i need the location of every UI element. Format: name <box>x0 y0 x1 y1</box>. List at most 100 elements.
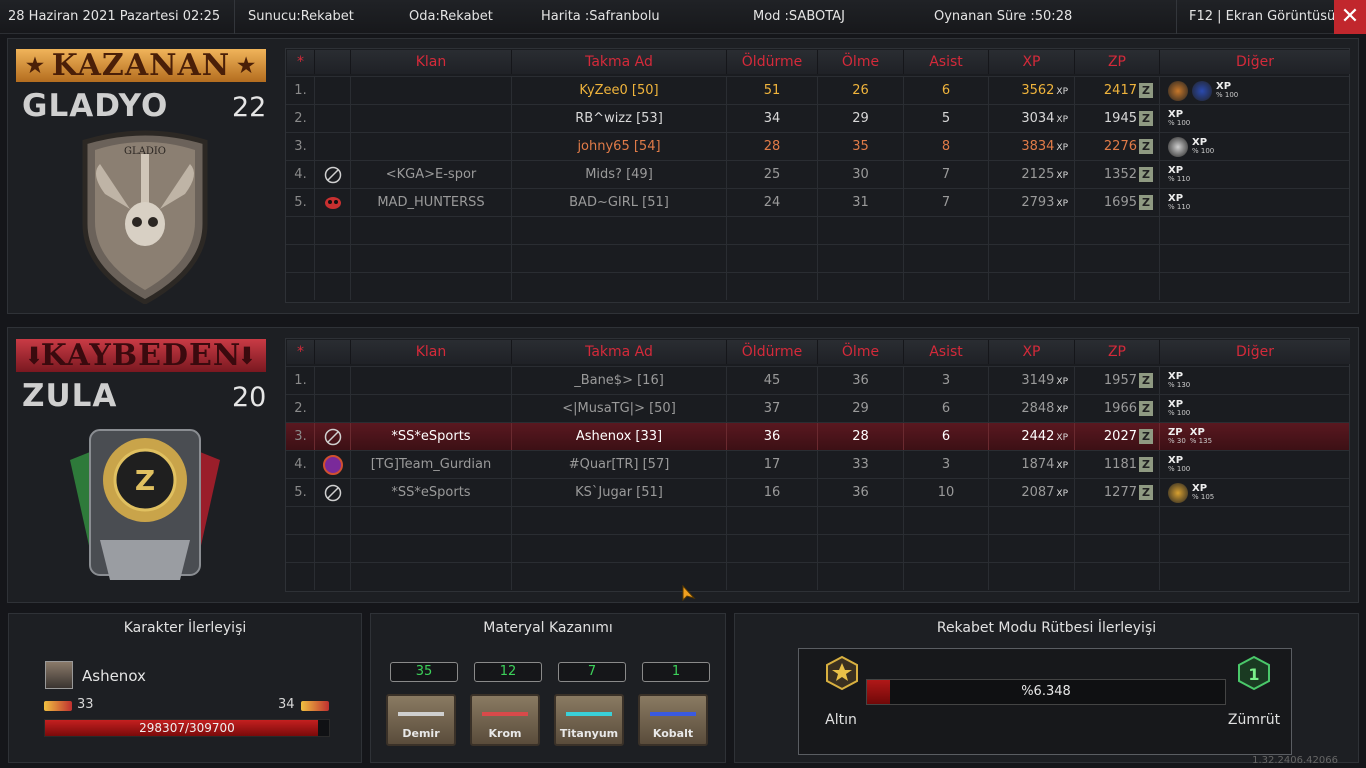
cell-k: 34 <box>763 111 781 126</box>
cell-xp: 1874 <box>1021 457 1055 472</box>
no-clan-icon <box>315 423 351 450</box>
header-deaths: Ölme <box>818 50 904 74</box>
zp-icon: Z <box>1139 139 1153 154</box>
game-mode: Mod :SABOTAJ <box>753 9 845 24</box>
arrow-down-icon: ⬇ <box>236 341 258 370</box>
crate-icon: Kobalt <box>638 694 708 746</box>
cell-n: 1. <box>294 83 307 98</box>
cell-zp: 1957 <box>1103 373 1137 388</box>
cell-k: 45 <box>763 373 781 388</box>
bonus-badge: XP% 100 <box>1168 454 1191 473</box>
cell-zp: 1181 <box>1103 457 1137 472</box>
table-header: * Klan Takma Ad Öldürme Ölme Asist XP ZP… <box>286 339 1350 365</box>
material-title: Materyal Kazanımı <box>483 620 613 636</box>
header-nick: Takma Ad <box>512 50 727 74</box>
header-clan: Klan <box>351 340 512 364</box>
level-next: 34 <box>278 697 295 712</box>
bonus-badge: XP% 100 <box>1168 108 1191 127</box>
table-row: 5. MAD_HUNTERSS BAD~GIRL [51] 24 31 7 2793 XP 16… <box>286 188 1349 216</box>
cell-nick: _Bane$> [16] <box>574 373 664 388</box>
table-row: 2. RB^wizz [53] 34 29 5 3034 XP 1945 Z XP% 100 <box>286 104 1349 132</box>
cell-zp: 1277 <box>1103 485 1137 500</box>
cell-xp: 3834 <box>1021 139 1055 154</box>
material-count: 7 <box>558 662 626 682</box>
bonus-cell: XP% 105 <box>1160 479 1350 506</box>
bonus-cell: XP% 100 <box>1160 395 1350 422</box>
cell-a: 7 <box>941 195 951 210</box>
material-name: Kobalt <box>652 727 694 740</box>
table-row <box>286 534 1349 562</box>
cell-a: 8 <box>941 139 951 154</box>
cell-a: 6 <box>941 83 951 98</box>
map-name: Harita :Safranbolu <box>541 9 660 24</box>
winner-team-score: 22 <box>232 92 267 123</box>
cell-a: 7 <box>941 167 951 182</box>
cell-xp: 2442 <box>1021 429 1055 444</box>
xp-icon: XP <box>1056 199 1068 209</box>
xp-progress-text: 298307/309700 <box>139 721 235 735</box>
screenshot-hint[interactable]: F12 | Ekran Görüntüsü <box>1189 9 1335 24</box>
cell-k: 37 <box>763 401 781 416</box>
bonus-cell: XP% 100 <box>1160 133 1350 160</box>
bonus-badge: XP% 100 <box>1216 80 1239 99</box>
rank-percent-text: %6.348 <box>1021 684 1071 699</box>
rank-medal-icon <box>1168 136 1188 157</box>
star-icon: ★ <box>237 53 256 77</box>
cell-a: 10 <box>937 485 955 500</box>
cell-d: 31 <box>852 195 869 210</box>
character-progress-title: Karakter İlerleyişi <box>123 620 247 636</box>
cell-clan: *SS*eSports <box>391 485 471 500</box>
bonus-cell: XP% 100 <box>1160 77 1350 104</box>
table-row <box>286 562 1349 590</box>
emerald-rank-icon: 1 <box>1238 655 1270 691</box>
zp-icon: Z <box>1139 111 1153 126</box>
cell-d: 30 <box>852 167 869 182</box>
bonus-cell: XP% 110 <box>1160 161 1350 188</box>
cell-nick: Mids? [49] <box>585 167 653 182</box>
zp-icon: Z <box>1139 429 1153 444</box>
cell-n: 5. <box>294 195 307 210</box>
table-row: 1. _Bane$> [16] 45 36 3 3149 XP 1957 Z XP% 130 <box>286 366 1349 394</box>
cell-xp: 2125 <box>1021 167 1055 182</box>
table-row <box>286 216 1349 244</box>
bonus-cell: ZP% 30 XP% 135 <box>1160 423 1350 450</box>
close-button[interactable]: ✕ <box>1334 0 1366 34</box>
cell-zp: 1966 <box>1103 401 1137 416</box>
xp-icon: XP <box>1056 461 1068 471</box>
xp-icon: XP <box>1056 143 1068 153</box>
xp-icon: XP <box>1056 377 1068 387</box>
cursor-icon <box>682 585 696 602</box>
cell-d: 36 <box>852 373 869 388</box>
cell-xp: 3149 <box>1021 373 1055 388</box>
version-text: 1.32.2406.42066 <box>1252 755 1338 766</box>
avatar <box>45 661 73 689</box>
winner-score-table: * Klan Takma Ad Öldürme Ölme Asist XP ZP… <box>285 48 1350 303</box>
emblem-text: GLADIO <box>124 146 166 157</box>
crate-icon: Titanyum <box>554 694 624 746</box>
rank-from: Altın <box>825 712 857 728</box>
cell-k: 25 <box>763 167 781 182</box>
rank-progress-box: Altın %6.348 1 Zümrüt <box>798 648 1292 755</box>
server-name: Sunucu:Rekabet <box>248 9 354 24</box>
cell-a: 3 <box>941 373 951 388</box>
purple-clan-icon <box>315 451 351 478</box>
cell-nick: Ashenox [33] <box>575 429 663 444</box>
header-zp: ZP <box>1075 340 1160 364</box>
table-row: 5. *SS*eSports KS`Jugar [51] 16 36 10 2087 XP 12… <box>286 478 1349 506</box>
zula-emblem-icon: Z <box>70 429 220 580</box>
bonus-badge: XP% 110 <box>1168 192 1191 211</box>
cell-n: 3. <box>294 429 307 444</box>
gold-rank-icon <box>826 655 858 691</box>
rank-progress-title: Rekabet Modu Rütbesi İlerleyişi <box>936 620 1157 636</box>
cell-zp: 2417 <box>1103 83 1137 98</box>
cell-clan: *SS*eSports <box>391 429 471 444</box>
zp-icon: Z <box>1139 401 1153 416</box>
skull-clan-icon <box>315 189 351 216</box>
star-medal-icon <box>1192 80 1212 101</box>
bonus-badge: XP% 100 <box>1168 398 1191 417</box>
a-medal-icon <box>1168 482 1188 503</box>
cell-n: 4. <box>294 167 307 182</box>
material-name: Krom <box>488 727 522 740</box>
cell-nick: #Quar[TR] [57] <box>568 457 670 472</box>
cell-nick: KS`Jugar [51] <box>575 485 663 500</box>
